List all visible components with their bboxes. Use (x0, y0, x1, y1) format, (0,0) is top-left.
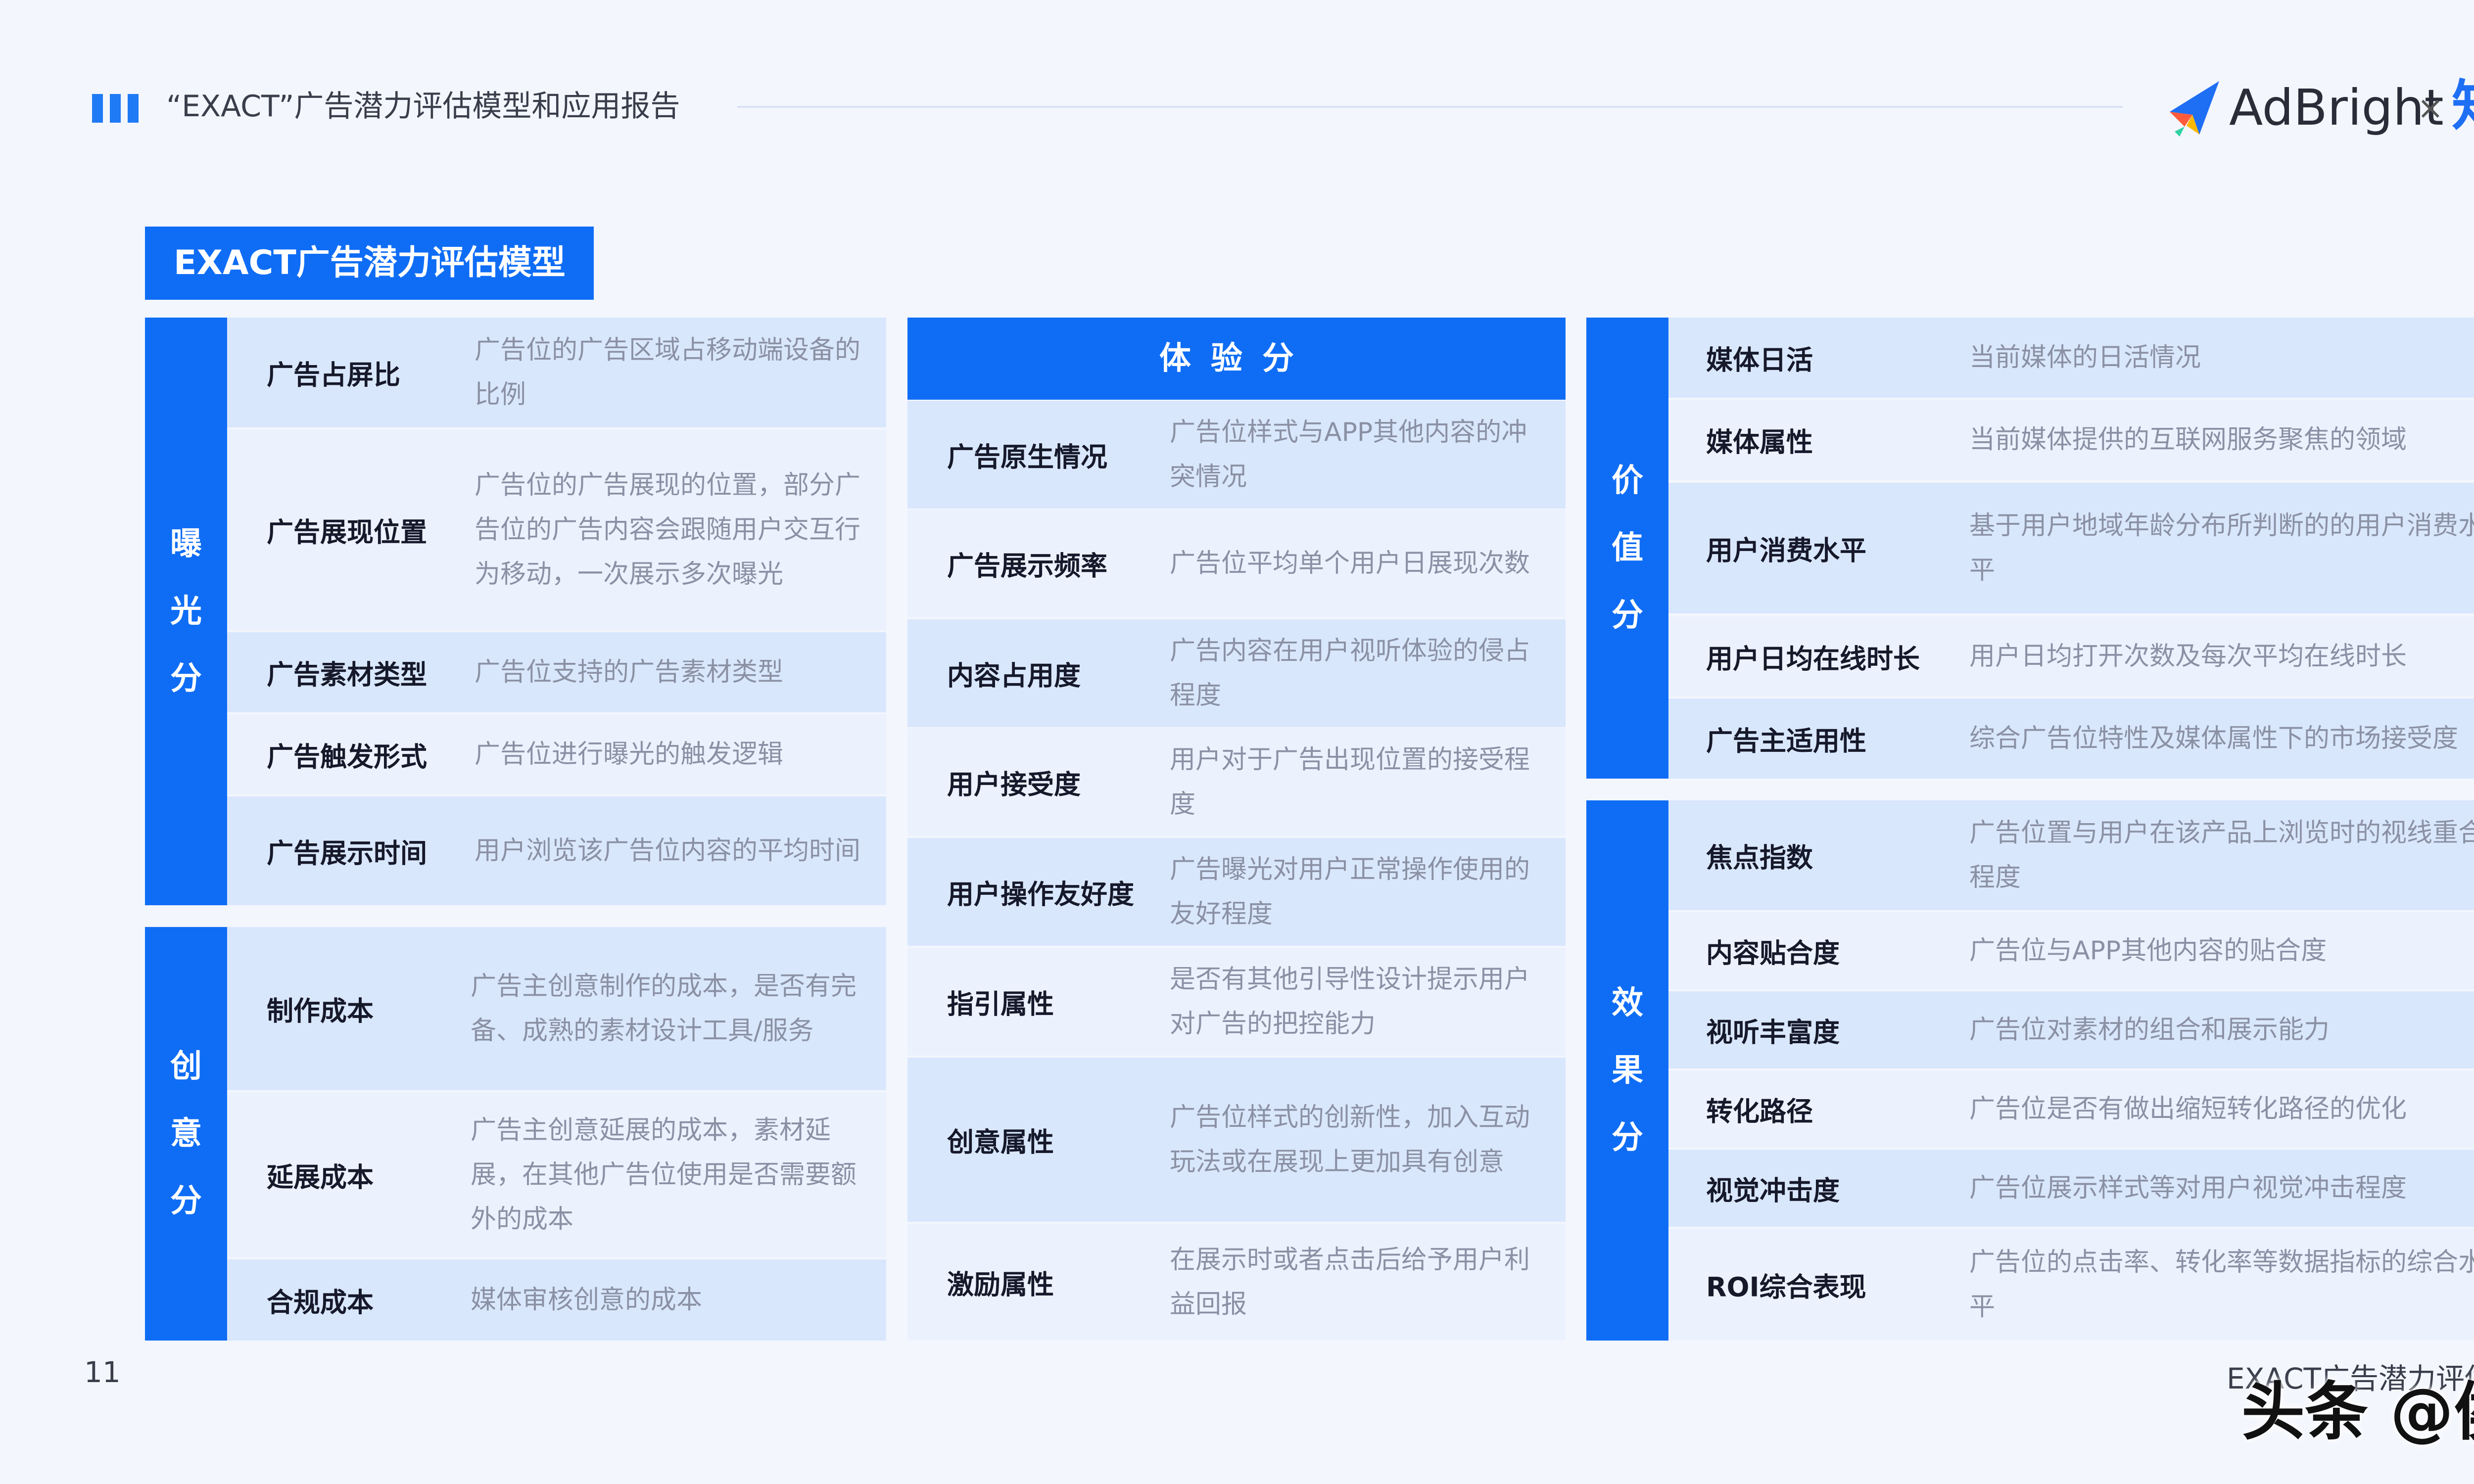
report-title: “EXACT”广告潜力评估模型和应用报告 (166, 89, 680, 124)
effect-row: ROI综合表现 广告位的点击率、转化率等数据指标的综合水平 (1668, 1229, 2474, 1341)
metric-name: 创意属性 (947, 1126, 1054, 1158)
metric-description: 用户日均打开次数及每次平均在线时长 (1969, 642, 2407, 671)
experience-row: 广告展示频率 广告位平均单个用户日展现次数 (907, 510, 1566, 617)
metric-name: 内容占用度 (947, 660, 1081, 692)
metric-description: 是否有其他引导性设计提示用户对广告的把控能力 (1170, 965, 1530, 1039)
metric-name: 焦点指数 (1706, 842, 1813, 874)
brand-logo: AdBright × 知乎 (2165, 73, 2474, 142)
experience-row: 用户操作友好度 广告曝光对用户正常操作使用的友好程度 (907, 838, 1566, 946)
metric-name: 内容贴合度 (1706, 937, 1840, 969)
metric-name: 制作成本 (267, 995, 374, 1027)
effect-row: 视听丰富度 广告位对素材的组合和展示能力 (1668, 991, 2474, 1068)
watermark: 头条 @侯说 (2241, 1375, 2474, 1449)
effect-row: 焦点指数 广告位置与用户在该产品上浏览时的视线重合程度 (1668, 800, 2474, 910)
model-title: EXACT广告潜力评估模型 (145, 227, 594, 300)
metric-name: 广告展示频率 (947, 550, 1107, 582)
metric-description: 广告位进行曝光的触发逻辑 (475, 740, 784, 769)
zhihu-wordmark: 知乎 (2452, 76, 2474, 136)
value-row: 广告主适用性 综合广告位特性及媒体属性下的市场接受度 (1668, 698, 2474, 779)
experience-row: 用户接受度 用户对于广告出现位置的接受程度 (907, 728, 1566, 836)
metric-description: 广告位对素材的组合和展示能力 (1969, 1015, 2330, 1045)
metric-name: 广告展现位置 (267, 516, 427, 548)
metric-name: 用户接受度 (947, 769, 1081, 800)
metric-description: 广告位的广告展现的位置，部分广告位的广告内容会跟随用户交互行为移动，一次展示多次… (475, 470, 861, 589)
exposure-label: 曝光分 (145, 318, 227, 905)
metric-name: 延展成本 (267, 1161, 374, 1193)
exposure-row: 广告触发形式 广告位进行曝光的触发逻辑 (227, 714, 886, 794)
metric-name: 广告原生情况 (947, 441, 1107, 473)
metric-name: 视觉冲击度 (1706, 1175, 1840, 1206)
metric-description: 广告位置与用户在该产品上浏览时的视线重合程度 (1969, 818, 2474, 892)
metric-name: 媒体日活 (1706, 344, 1813, 376)
metric-name: ROI综合表现 (1706, 1271, 1866, 1303)
header-bar-icon (110, 94, 121, 123)
exposure-row: 广告展现位置 广告位的广告展现的位置，部分广告位的广告内容会跟随用户交互行为移动，… (227, 429, 886, 630)
metric-description: 广告位与APP其他内容的贴合度 (1969, 936, 2327, 966)
value-row: 用户日均在线时长 用户日均打开次数及每次平均在线时长 (1668, 616, 2474, 696)
metric-name: 广告触发形式 (267, 741, 427, 773)
experience-row: 指引属性 是否有其他引导性设计提示用户对广告的把控能力 (907, 948, 1566, 1056)
metric-name: 广告主适用性 (1706, 725, 1866, 757)
metric-description: 广告位样式与APP其他内容的冲突情况 (1170, 417, 1527, 492)
value-row: 媒体属性 当前媒体提供的互联网服务聚焦的领域 (1668, 400, 2474, 480)
exposure-row: 广告素材类型 广告位支持的广告素材类型 (227, 632, 886, 712)
metric-description: 广告位的点击率、转化率等数据指标的综合水平 (1969, 1248, 2474, 1322)
metric-description: 广告曝光对用户正常操作使用的友好程度 (1170, 855, 1530, 929)
creative-row: 延展成本 广告主创意延展的成本，素材延展，在其他广告位使用是否需要额外的成本 (227, 1092, 886, 1257)
header-bar-icon (128, 94, 139, 123)
header-divider (737, 106, 2123, 108)
metric-name: 用户操作友好度 (947, 879, 1134, 910)
metric-description: 广告主创意延展的成本，素材延展，在其他广告位使用是否需要额外的成本 (471, 1115, 857, 1234)
header-bar-icon (92, 94, 103, 123)
metric-description: 媒体审核创意的成本 (471, 1285, 703, 1315)
metric-name: 转化路径 (1706, 1096, 1813, 1127)
experience-row: 广告原生情况 广告位样式与APP其他内容的冲突情况 (907, 401, 1566, 509)
creative-row: 合规成本 媒体审核创意的成本 (227, 1259, 886, 1341)
experience-row: 激励属性 在展示时或者点击后给予用户利益回报 (907, 1224, 1566, 1341)
metric-name: 广告展示时间 (267, 837, 427, 869)
adbright-wordmark: AdBright (2229, 79, 2444, 137)
exposure-row: 广告占屏比 广告位的广告区域占移动端设备的比例 (227, 318, 886, 427)
metric-description: 广告位支持的广告素材类型 (475, 657, 784, 687)
metric-name: 用户消费水平 (1706, 535, 1866, 566)
metric-name: 广告素材类型 (267, 659, 427, 691)
metric-name: 用户日均在线时长 (1706, 643, 1920, 675)
metric-description: 综合广告位特性及媒体属性下的市场接受度 (1969, 724, 2459, 753)
value-row: 媒体日活 当前媒体的日活情况 (1668, 318, 2474, 398)
metric-description: 广告位的广告区域占移动端设备的比例 (475, 335, 861, 410)
value-row: 用户消费水平 基于用户地域年龄分布所判断的的用户消费水平 (1668, 483, 2474, 613)
metric-description: 用户浏览该广告位内容的平均时间 (475, 836, 861, 866)
metric-description: 广告位是否有做出缩短转化路径的优化 (1969, 1094, 2407, 1124)
metric-name: 视听丰富度 (1706, 1017, 1840, 1048)
metric-name: 媒体属性 (1706, 426, 1813, 458)
effect-row: 内容贴合度 广告位与APP其他内容的贴合度 (1668, 912, 2474, 989)
exposure-row: 广告展示时间 用户浏览该广告位内容的平均时间 (227, 796, 886, 905)
metric-description: 在展示时或者点击后给予用户利益回报 (1170, 1245, 1530, 1319)
creative-row: 制作成本 广告主创意制作的成本，是否有完备、成熟的素材设计工具/服务 (227, 927, 886, 1090)
metric-name: 合规成本 (267, 1287, 374, 1318)
metric-description: 广告内容在用户视听体验的侵占程度 (1170, 636, 1530, 710)
metric-description: 广告位样式的创新性，加入互动玩法或在展现上更加具有创意 (1170, 1103, 1530, 1177)
metric-description: 广告位展示样式等对用户视觉冲击程度 (1969, 1173, 2407, 1203)
metric-description: 广告主创意制作的成本，是否有完备、成熟的素材设计工具/服务 (471, 972, 857, 1046)
logo-times: × (2417, 90, 2444, 127)
effect-label: 效果分 (1586, 800, 1668, 1341)
effect-row: 视觉冲击度 广告位展示样式等对用户视觉冲击程度 (1668, 1150, 2474, 1227)
metric-description: 广告位平均单个用户日展现次数 (1170, 549, 1530, 578)
effect-row: 转化路径 广告位是否有做出缩短转化路径的优化 (1668, 1070, 2474, 1148)
metric-name: 广告占屏比 (267, 359, 400, 391)
experience-row: 创意属性 广告位样式的创新性，加入互动玩法或在展现上更加具有创意 (907, 1058, 1566, 1222)
experience-header: 体验分 (907, 318, 1566, 400)
metric-description: 当前媒体的日活情况 (1969, 343, 2201, 372)
creative-label: 创意分 (145, 927, 227, 1341)
metric-name: 指引属性 (947, 988, 1054, 1020)
experience-row: 内容占用度 广告内容在用户视听体验的侵占程度 (907, 619, 1566, 727)
metric-description: 基于用户地域年龄分布所判断的的用户消费水平 (1969, 511, 2474, 585)
page-number: 11 (84, 1355, 121, 1389)
metric-description: 用户对于广告出现位置的接受程度 (1170, 745, 1530, 819)
adbright-icon (2170, 81, 2219, 137)
value-label: 价值分 (1586, 318, 1668, 779)
metric-description: 当前媒体提供的互联网服务聚焦的领域 (1969, 425, 2407, 455)
metric-name: 激励属性 (947, 1269, 1054, 1300)
